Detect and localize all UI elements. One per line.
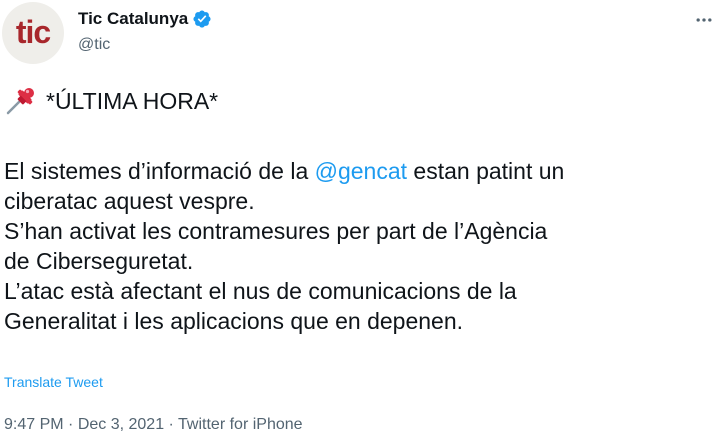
avatar[interactable]: tic (2, 2, 64, 64)
author-handle[interactable]: @tic (78, 36, 212, 54)
tweet-line-4: de Ciberseguretat. (4, 248, 194, 274)
more-horizontal-icon (694, 10, 714, 35)
tweet-line-2: ciberatac aquest vespre. (4, 188, 255, 214)
author-name-row: Tic Catalunya (78, 8, 212, 30)
tweet-line-3: S’han activat les contramesures per part… (4, 218, 548, 244)
tweet-text: *ÚLTIMA HORA* El sistemes d’informació d… (4, 86, 719, 336)
tweet-line-1-end: estan patint un (407, 158, 565, 184)
author-display-name[interactable]: Tic Catalunya (78, 9, 188, 29)
tweet-line-1: El sistemes d’informació de la @gencat e… (4, 156, 719, 186)
more-options-button[interactable] (692, 10, 716, 34)
mention-link[interactable]: @gencat (315, 158, 407, 184)
tweet-date[interactable]: Dec 3, 2021 (78, 416, 164, 433)
avatar-logo-text: tic (15, 14, 51, 50)
tweet-line-1-start: El sistemes d’informació de la (4, 158, 315, 184)
meta-separator: · (63, 416, 78, 433)
tweet-line-5: L’atac està afectant el nus de comunicac… (4, 278, 517, 304)
tweet-line-6: Generalitat i les aplicacions que en dep… (4, 308, 464, 334)
translate-tweet-link[interactable]: Translate Tweet (4, 374, 103, 390)
verified-badge-icon (192, 9, 212, 29)
pushpin-icon (4, 86, 38, 116)
author-info: Tic Catalunya @tic (78, 8, 212, 54)
meta-separator: · (164, 416, 179, 433)
tweet-time[interactable]: 9:47 PM (4, 416, 64, 433)
tweet-source[interactable]: Twitter for iPhone (178, 416, 303, 433)
tweet-headline-line: *ÚLTIMA HORA* (4, 86, 719, 116)
tweet-metadata: 9:47 PM · Dec 3, 2021 · Twitter for iPho… (4, 416, 303, 434)
tweet-headline: *ÚLTIMA HORA* (46, 88, 219, 114)
